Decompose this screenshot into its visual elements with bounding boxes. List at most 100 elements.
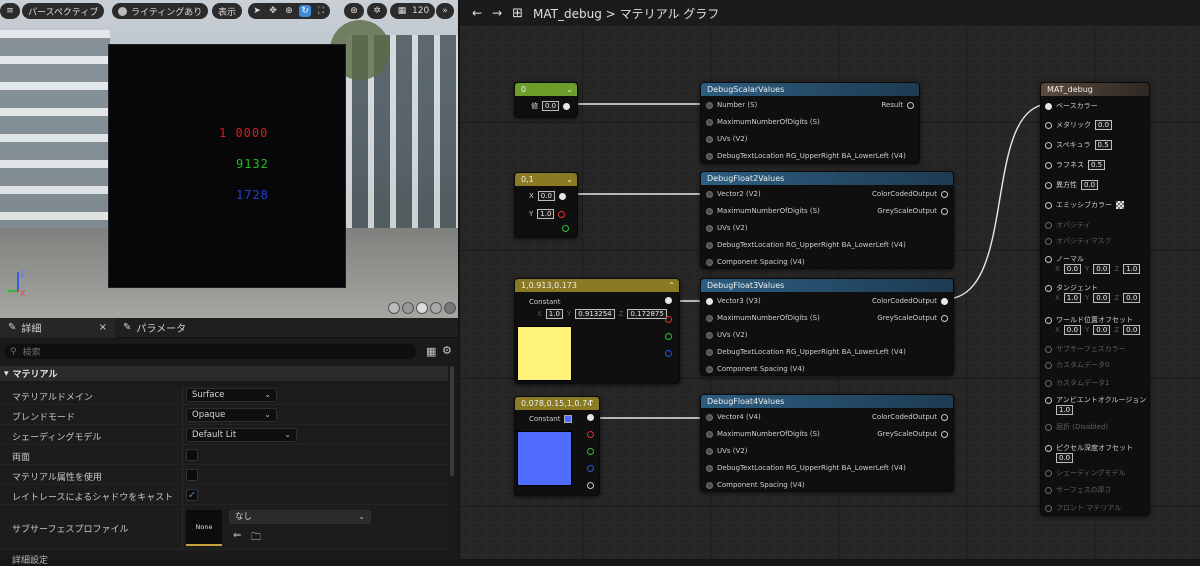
output-green-pin-icon[interactable] bbox=[562, 225, 569, 232]
chevron-up-icon[interactable]: ⌃ bbox=[668, 279, 675, 292]
input-pin-icon[interactable] bbox=[706, 481, 713, 489]
shading-model-dropdown[interactable]: Default Lit ⌄ bbox=[186, 428, 297, 442]
input-pin-icon[interactable] bbox=[1045, 161, 1052, 169]
lighting-button[interactable]: ライティングあり bbox=[112, 3, 209, 19]
input-pin-icon[interactable] bbox=[706, 348, 713, 356]
input-pin-icon[interactable] bbox=[1045, 396, 1052, 404]
vector3-constant-node[interactable]: 1,0.913,0.173 ⌃ Constant X 1.0 Y 0.913254 Z… bbox=[514, 278, 680, 384]
material-domain-dropdown[interactable]: Surface ⌄ bbox=[186, 388, 277, 402]
result-tangent-x-field[interactable]: 1.0 bbox=[1063, 293, 1081, 303]
checker-swatch-icon[interactable] bbox=[1116, 201, 1124, 209]
sphere-icon[interactable] bbox=[402, 302, 414, 314]
world-space-button[interactable]: ⊛ bbox=[344, 3, 364, 19]
input-pin-icon[interactable] bbox=[706, 331, 713, 339]
result-pin-1-value[interactable]: 0.0 bbox=[1095, 120, 1113, 130]
chevron-down-icon[interactable]: ⌄ bbox=[566, 83, 573, 96]
input-pin-icon[interactable] bbox=[1045, 361, 1052, 369]
close-icon[interactable]: × bbox=[99, 322, 107, 333]
result-pin-2-value[interactable]: 0.5 bbox=[1094, 140, 1112, 150]
blend-mode-dropdown[interactable]: Opaque ⌄ bbox=[186, 408, 277, 422]
details-search-input[interactable]: ⚲ 検索 bbox=[4, 344, 416, 359]
rotate-active-icon[interactable]: ↻ bbox=[299, 5, 311, 17]
result-wpo-x-field[interactable]: 0.0 bbox=[1063, 325, 1081, 335]
chevron-down-icon[interactable]: ⌄ bbox=[566, 173, 573, 186]
output-pin-icon[interactable] bbox=[665, 297, 672, 304]
scale-icon[interactable]: ⛶ bbox=[315, 5, 327, 17]
settings-gear-icon[interactable]: ⚙ bbox=[442, 344, 452, 357]
input-pin-icon[interactable] bbox=[1045, 316, 1052, 324]
material-graph-canvas[interactable]: ← → ⊞ MAT_debug > マテリアル グラフ 0 ⌄ 値 0.0 0,1 ⌄… bbox=[460, 0, 1200, 559]
result-wpo-y-field[interactable]: 0.0 bbox=[1093, 325, 1111, 335]
chevron-up-icon[interactable]: ⌃ bbox=[588, 397, 595, 410]
input-pin-icon[interactable] bbox=[706, 447, 713, 455]
input-pin-icon[interactable] bbox=[1045, 504, 1052, 512]
input-pin-icon[interactable] bbox=[706, 464, 713, 472]
input-pin-icon[interactable] bbox=[706, 224, 713, 232]
tab-parameters[interactable]: ✎ パラメータ bbox=[115, 318, 194, 338]
output-blue-pin-icon[interactable] bbox=[587, 465, 594, 472]
rotate-icon[interactable]: ⊕ bbox=[283, 5, 295, 17]
input-pin-icon[interactable] bbox=[706, 190, 713, 198]
vector2-constant-node[interactable]: 0,1 ⌄ X 0.0 Y 1.0 bbox=[514, 172, 578, 238]
input-pin-icon[interactable] bbox=[1045, 469, 1052, 477]
advanced-settings-label[interactable]: 詳細設定 bbox=[12, 553, 48, 566]
more-options-button[interactable]: » bbox=[436, 3, 454, 19]
input-pin-icon[interactable] bbox=[706, 241, 713, 249]
vector3-x-field[interactable]: 1.0 bbox=[545, 309, 563, 319]
vector4-mini-swatch[interactable] bbox=[564, 415, 573, 423]
input-pin-icon[interactable] bbox=[1045, 423, 1052, 431]
surface-snapping-button[interactable]: ✲ bbox=[367, 3, 387, 19]
result-pin-4-value[interactable]: 0.0 bbox=[1081, 180, 1099, 190]
output-green-pin-icon[interactable] bbox=[665, 333, 672, 340]
vector4-color-swatch[interactable] bbox=[517, 431, 572, 486]
tab-details[interactable]: ✎ 詳細 × bbox=[0, 317, 115, 338]
input-pin-icon[interactable] bbox=[706, 118, 713, 126]
cube-icon[interactable] bbox=[430, 302, 442, 314]
scalar-constant-node[interactable]: 0 ⌄ 値 0.0 bbox=[514, 82, 578, 118]
scalar-value-field[interactable]: 0.0 bbox=[542, 101, 560, 111]
input-pin-icon[interactable] bbox=[1045, 141, 1052, 149]
input-pin-icon[interactable] bbox=[1045, 379, 1052, 387]
result-tangent-z-field[interactable]: 0.0 bbox=[1123, 293, 1141, 303]
two-sided-checkbox[interactable] bbox=[186, 449, 198, 461]
input-pin-icon[interactable] bbox=[706, 365, 713, 373]
debug-float2-values-node[interactable]: DebugFloat2Values Vector2 (V2) MaximumNu… bbox=[700, 171, 954, 269]
subsurface-profile-dropdown[interactable]: なし ⌄ bbox=[229, 510, 371, 524]
output-pin-icon[interactable] bbox=[941, 190, 948, 198]
debug-float3-values-node[interactable]: DebugFloat3Values Vector3 (V3) MaximumNu… bbox=[700, 278, 954, 376]
output-red-pin-icon[interactable] bbox=[587, 431, 594, 438]
result-normal-z-field[interactable]: 1.0 bbox=[1123, 264, 1141, 274]
translate-icon[interactable]: ✥ bbox=[267, 5, 279, 17]
result-wpo-z-field[interactable]: 0.0 bbox=[1123, 325, 1141, 335]
material-preview-viewport[interactable]: 1 0000 9132 1728 ≡ パースペクティブ ライティングあり 表示 … bbox=[0, 0, 458, 318]
input-pin-icon[interactable] bbox=[1045, 201, 1052, 209]
input-pin-icon[interactable] bbox=[706, 314, 713, 322]
material-result-node[interactable]: MAT_debug ベースカラー メタリック 0.0 スペキュラ 0.5 ラフネス 0.5 異… bbox=[1040, 82, 1150, 516]
output-pin-icon[interactable] bbox=[907, 101, 914, 109]
browse-folder-icon[interactable]: 🗀 bbox=[251, 530, 261, 547]
output-pin-icon[interactable] bbox=[941, 430, 948, 438]
output-pin-icon[interactable] bbox=[563, 102, 571, 110]
select-icon[interactable]: ➤ bbox=[251, 5, 263, 17]
cast-raytraced-shadows-checkbox[interactable]: ✓ bbox=[186, 489, 198, 501]
debug-float4-values-node[interactable]: DebugFloat4Values Vector4 (V4) MaximumNu… bbox=[700, 394, 954, 492]
result-pin-14-value[interactable]: 1.0 bbox=[1056, 405, 1074, 415]
vector2-x-field[interactable]: 0.0 bbox=[537, 191, 555, 201]
output-red-pin-icon[interactable] bbox=[665, 316, 672, 323]
output-blue-pin-icon[interactable] bbox=[665, 350, 672, 357]
subsurface-profile-thumbnail[interactable]: None bbox=[186, 510, 222, 546]
input-pin-connected-icon[interactable] bbox=[706, 297, 713, 305]
result-pin-16-value[interactable]: 0.0 bbox=[1056, 453, 1074, 463]
plane-icon[interactable] bbox=[416, 302, 428, 314]
output-pin-icon[interactable] bbox=[558, 192, 566, 200]
input-pin-icon[interactable] bbox=[1045, 181, 1052, 189]
input-pin-icon[interactable] bbox=[1045, 284, 1052, 292]
output-green-pin-icon[interactable] bbox=[587, 448, 594, 455]
use-material-attributes-checkbox[interactable] bbox=[186, 469, 198, 481]
output-pin-icon[interactable] bbox=[941, 413, 948, 421]
result-pin-3-value[interactable]: 0.5 bbox=[1088, 160, 1106, 170]
result-normal-y-field[interactable]: 0.0 bbox=[1093, 264, 1111, 274]
output-red-pin-icon[interactable] bbox=[558, 210, 566, 218]
vector4-constant-node[interactable]: 0.078,0.15,1,0.74 ⌃ Constant bbox=[514, 396, 600, 496]
vector3-color-swatch[interactable] bbox=[517, 326, 572, 381]
